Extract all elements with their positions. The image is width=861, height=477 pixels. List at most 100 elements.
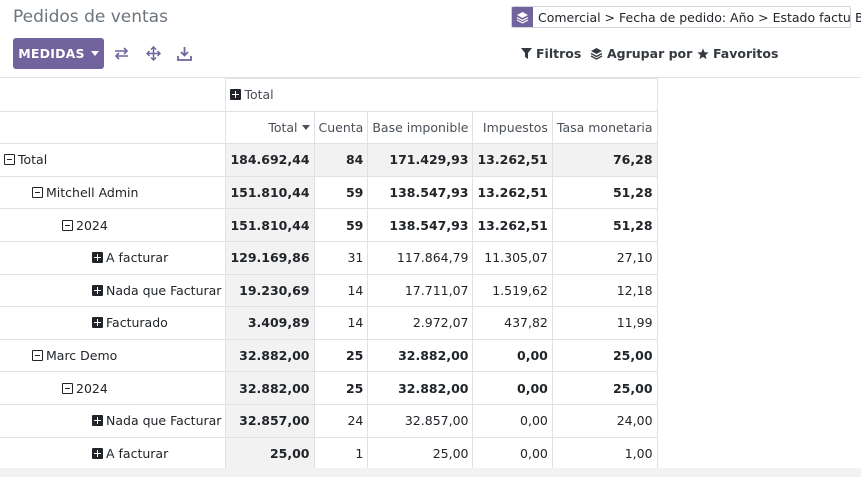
pivot-cell[interactable]: 32.882,00: [225, 338, 315, 373]
pivot-cell[interactable]: 32.882,00: [367, 371, 474, 405]
pivot-cell[interactable]: 2.972,07: [367, 306, 474, 340]
row-label: Nada que Facturar: [106, 413, 222, 429]
pivot-cell[interactable]: 1.519,62: [472, 273, 553, 308]
row-label: Mitchell Admin: [46, 185, 139, 201]
filters-button[interactable]: Filtros: [521, 46, 581, 61]
layers-icon: [590, 48, 603, 60]
pivot-cell[interactable]: 138.547,93: [367, 175, 474, 210]
pivot-table: Total Total Cuenta Base imponible Impues…: [0, 78, 658, 471]
pivot-cell[interactable]: 25,00: [225, 436, 315, 471]
measure-label: Tasa monetaria: [556, 119, 653, 135]
measure-header-rate[interactable]: Tasa monetaria: [551, 110, 658, 145]
row-header[interactable]: 2024: [0, 371, 227, 405]
row-header[interactable]: Nada que Facturar: [0, 403, 227, 438]
col-group-header[interactable]: Total: [225, 78, 658, 112]
pivot-cell[interactable]: 184.692,44: [225, 143, 315, 177]
pivot-cell[interactable]: 25,00: [551, 371, 658, 405]
pivot-cell[interactable]: 0,00: [472, 436, 553, 471]
row-label: A facturar: [106, 250, 169, 266]
row-header[interactable]: Nada que Facturar: [0, 273, 227, 308]
pivot-cell[interactable]: 11,99: [551, 306, 658, 340]
pivot-cell[interactable]: 17.711,07: [367, 273, 474, 308]
pivot-row: A facturar 25,00 1 25,00 0,00 1,00: [0, 436, 658, 471]
favorites-label: Favoritos: [713, 46, 779, 61]
pivot-cell[interactable]: 84: [313, 143, 369, 177]
pivot-cell[interactable]: 0,00: [472, 403, 553, 438]
filters-label: Filtros: [536, 46, 582, 61]
pivot-cell[interactable]: 151.810,44: [225, 208, 315, 242]
pivot-cell[interactable]: 32.857,00: [367, 403, 474, 438]
plus-square-icon: [230, 89, 242, 101]
pivot-cell[interactable]: 25,00: [367, 436, 474, 471]
pivot-cell[interactable]: 129.169,86: [225, 240, 315, 275]
pivot-cell[interactable]: 24,00: [551, 403, 658, 438]
pivot-cell[interactable]: 12,18: [551, 273, 658, 308]
search-input-overflow[interactable]: B: [855, 10, 861, 25]
row-header[interactable]: A facturar: [0, 436, 227, 471]
measure-header-taxes[interactable]: Impuestos: [472, 110, 553, 145]
groupby-button[interactable]: Agrupar por: [590, 46, 692, 61]
pivot-cell[interactable]: 25: [313, 338, 369, 373]
pivot-cell[interactable]: 437,82: [472, 306, 553, 340]
row-label: 2024: [76, 217, 108, 233]
pivot-cell[interactable]: 1,00: [551, 436, 658, 471]
facet-text: Comercial > Fecha de pedido: Año > Estad…: [538, 9, 851, 25]
pivot-cell[interactable]: 31: [313, 240, 369, 275]
pivot-row: Mitchell Admin 151.810,44 59 138.547,93 13.2…: [0, 175, 658, 210]
pivot-cell[interactable]: 25: [313, 371, 369, 405]
minus-square-icon: [32, 187, 43, 199]
row-header[interactable]: Facturado: [0, 306, 227, 340]
measure-header-count[interactable]: Cuenta: [313, 110, 369, 145]
pivot-cell[interactable]: 0,00: [472, 371, 553, 405]
measures-button[interactable]: MEDIDAS: [13, 38, 104, 69]
measure-label: Impuestos: [482, 119, 548, 135]
row-header[interactable]: Marc Demo: [0, 338, 227, 373]
pivot-cell[interactable]: 14: [313, 306, 369, 340]
row-header[interactable]: A facturar: [0, 240, 227, 275]
pivot-cell[interactable]: 151.810,44: [225, 175, 315, 210]
pivot-cell[interactable]: 59: [313, 208, 369, 242]
pivot-cell[interactable]: 171.429,93: [367, 143, 474, 177]
row-header[interactable]: 2024: [0, 208, 227, 242]
pivot-cell[interactable]: 24: [313, 403, 369, 438]
pivot-cell[interactable]: 51,28: [551, 208, 658, 242]
sort-desc-icon: [301, 124, 310, 130]
favorites-button[interactable]: Favoritos: [697, 46, 778, 61]
col-group-label: Total: [244, 87, 274, 103]
pivot-cell[interactable]: 11.305,07: [472, 240, 553, 275]
pivot-cell[interactable]: 32.882,00: [225, 371, 315, 405]
pivot-cell[interactable]: 25,00: [551, 338, 658, 373]
pivot-cell[interactable]: 1: [313, 436, 369, 471]
measure-header-base[interactable]: Base imponible: [367, 110, 474, 145]
pivot-row: 2024 32.882,00 25 32.882,00 0,00 25,00: [0, 371, 658, 405]
expand-all-icon[interactable]: [145, 44, 161, 62]
pivot-cell[interactable]: 32.857,00: [225, 403, 315, 438]
pivot-cell[interactable]: 13.262,51: [472, 175, 553, 210]
pivot-cell[interactable]: 0,00: [472, 338, 553, 373]
pivot-cell[interactable]: 59: [313, 175, 369, 210]
pivot-cell[interactable]: 13.262,51: [472, 208, 553, 242]
download-icon[interactable]: [176, 44, 192, 62]
search-facet[interactable]: Comercial > Fecha de pedido: Año > Estad…: [511, 6, 851, 28]
page-title: Pedidos de ventas: [13, 7, 168, 27]
row-label: Marc Demo: [46, 348, 118, 364]
pivot-cell[interactable]: 138.547,93: [367, 208, 474, 242]
pivot-cell[interactable]: 14: [313, 273, 369, 308]
pivot-cell[interactable]: 76,28: [551, 143, 658, 177]
flip-axis-icon[interactable]: [113, 44, 129, 62]
measure-header-total[interactable]: Total: [225, 110, 315, 145]
minus-square-icon: [32, 350, 43, 362]
pivot-cell[interactable]: 27,10: [551, 240, 658, 275]
pivot-cell[interactable]: 117.864,79: [367, 240, 474, 275]
measures-label: MEDIDAS: [18, 46, 85, 61]
row-header[interactable]: Mitchell Admin: [0, 175, 227, 210]
plus-square-icon: [92, 284, 103, 296]
pivot-cell[interactable]: 3.409,89: [225, 306, 315, 340]
row-header[interactable]: Total: [0, 143, 227, 177]
pivot-cell[interactable]: 13.262,51: [472, 143, 553, 177]
pivot-cell[interactable]: 51,28: [551, 175, 658, 210]
caret-down-icon: [90, 51, 99, 56]
pivot-cell[interactable]: 32.882,00: [367, 338, 474, 373]
measure-label: Total: [268, 119, 298, 135]
pivot-cell[interactable]: 19.230,69: [225, 273, 315, 308]
